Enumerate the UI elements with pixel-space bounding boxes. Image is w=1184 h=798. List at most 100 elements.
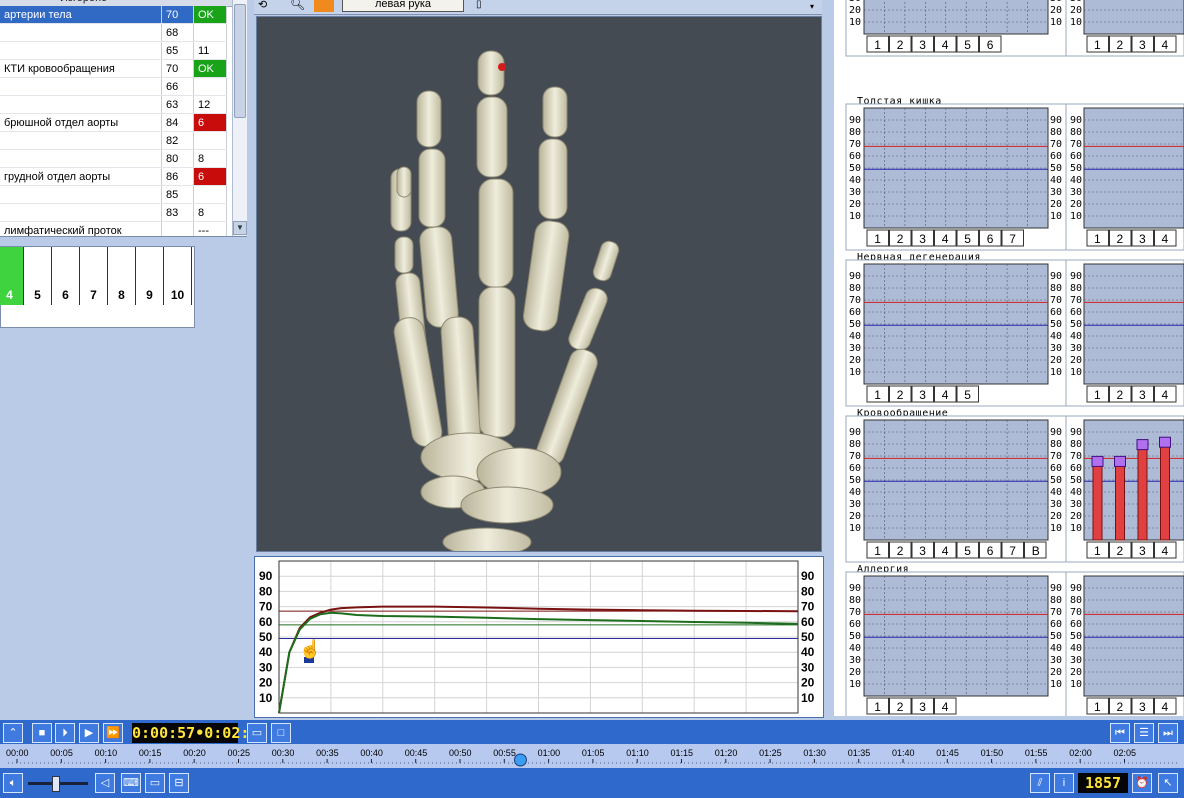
table-row[interactable]: 63 12 xyxy=(0,95,227,114)
scroll-down-icon[interactable]: ▼ xyxy=(233,221,247,235)
table-row[interactable]: брюшной отдел аорты 84 6 xyxy=(0,113,227,132)
row-status xyxy=(193,23,227,42)
volume-icon[interactable]: 🔈︎ xyxy=(3,773,23,793)
rotate-icon[interactable]: ⟲ xyxy=(258,0,267,11)
chart-tick-mid: 80 xyxy=(1050,439,1062,450)
playhead[interactable] xyxy=(513,753,527,767)
chart-category-label: 3 xyxy=(919,388,926,402)
go-end-button[interactable]: ⏭ xyxy=(1158,723,1178,743)
chart-tick: 60 xyxy=(849,619,861,630)
play-button[interactable]: ▶ xyxy=(79,723,99,743)
table-row[interactable]: 66 xyxy=(0,77,227,96)
chart-tick: 70 xyxy=(849,607,861,618)
row-status: 8 xyxy=(193,203,227,222)
table-row[interactable]: 85 xyxy=(0,185,227,204)
marker-dot[interactable] xyxy=(498,63,506,71)
chart-tick-2: 90 xyxy=(1070,271,1082,282)
chart-tick: 30 xyxy=(849,499,861,510)
table-row[interactable]: 80 8 xyxy=(0,149,227,168)
step-forward-button[interactable]: ⏵ xyxy=(55,723,75,743)
chart-tick-mid: 20 xyxy=(1050,667,1062,678)
session-number-7[interactable]: 7 xyxy=(80,247,108,305)
monitor-icon[interactable]: ▭ xyxy=(145,773,165,793)
table-row[interactable]: КТИ кровообращения 70 OK xyxy=(0,59,227,78)
table-row[interactable]: грудной отдел аорты 86 6 xyxy=(0,167,227,186)
graph-tick-left: 50 xyxy=(259,630,273,644)
view-title[interactable]: левая рука xyxy=(342,0,464,12)
timeline-track[interactable]: 00:00 00:05 00:10 00:15 00:20 00:25 00:30 00:35… xyxy=(0,744,1184,768)
info-icon[interactable]: i xyxy=(1054,773,1074,793)
window-icon[interactable]: ▭ xyxy=(247,723,267,743)
chart-tick-2: 20 xyxy=(1070,5,1082,16)
chart-tick: 20 xyxy=(849,5,861,16)
session-number-6[interactable]: 6 xyxy=(52,247,80,305)
chart-tick-mid: 10 xyxy=(1050,679,1062,690)
row-status: OK xyxy=(193,59,227,78)
chart-category-2-label: 2 xyxy=(1117,700,1124,714)
session-number-10[interactable]: 10 xyxy=(164,247,192,305)
chart-tick-2: 40 xyxy=(1070,175,1082,186)
zoom-icon[interactable]: 🔍︎ xyxy=(290,0,305,11)
chart-tick-2: 90 xyxy=(1070,427,1082,438)
chart-tick-mid: 30 xyxy=(1050,187,1062,198)
row-status xyxy=(193,131,227,150)
graph-tick-left: 70 xyxy=(259,600,273,614)
timeline-label: 00:35 xyxy=(316,748,339,758)
chart-tick-mid: 80 xyxy=(1050,595,1062,606)
scrollbar-thumb[interactable] xyxy=(234,4,246,118)
list-icon[interactable]: ☰ xyxy=(1134,723,1154,743)
chart-tick-2: 40 xyxy=(1070,487,1082,498)
chart-tick-2: 20 xyxy=(1070,511,1082,522)
row-status xyxy=(193,77,227,96)
chart-tick-2: 90 xyxy=(1070,583,1082,594)
row-status: 6 xyxy=(193,113,227,132)
fast-forward-button[interactable]: ⏩ xyxy=(103,723,123,743)
chart-tick: 70 xyxy=(849,295,861,306)
pointer-icon[interactable]: ↖ xyxy=(1158,773,1178,793)
layout-icon[interactable]: ⊟ xyxy=(169,773,189,793)
table-row[interactable]: артерии тела 70 OK xyxy=(0,6,227,24)
table-row[interactable]: 68 xyxy=(0,23,227,42)
row-value: 85 xyxy=(161,185,194,204)
graph-tick-right: 90 xyxy=(801,569,815,583)
chart-category-2-label: 4 xyxy=(1162,544,1169,558)
frame-icon[interactable]: □ xyxy=(271,723,291,743)
row-name xyxy=(0,149,162,168)
chart-tick-mid: 20 xyxy=(1050,5,1062,16)
highlight-icon[interactable] xyxy=(314,0,334,12)
3d-viewport[interactable] xyxy=(256,16,822,557)
chart-tick-2: 80 xyxy=(1070,127,1082,138)
table-row[interactable]: 83 8 xyxy=(0,203,227,222)
volume-slider-thumb[interactable] xyxy=(52,776,60,792)
chart-tick-2: 10 xyxy=(1070,679,1082,690)
session-number-8[interactable]: 8 xyxy=(108,247,136,305)
session-number-4[interactable]: 4 xyxy=(0,247,24,305)
chart-tick: 40 xyxy=(849,331,861,342)
chart-tick: 50 xyxy=(849,631,861,642)
chart-category-2-label: 3 xyxy=(1139,700,1146,714)
table-row[interactable]: 65 11 xyxy=(0,41,227,60)
chart-category-2-label: 3 xyxy=(1139,544,1146,558)
chart-tick: 10 xyxy=(849,211,861,222)
table-row[interactable]: 82 xyxy=(0,131,227,150)
tools-icon[interactable]: ⫽ xyxy=(1030,773,1050,793)
session-number-9[interactable]: 9 xyxy=(136,247,164,305)
up-icon[interactable]: ⌃ xyxy=(3,723,23,743)
chart-category-2-label: 3 xyxy=(1139,232,1146,246)
speaker-icon[interactable]: ◁ xyxy=(95,773,115,793)
session-number-strip: 4 5 6 7 8 9 10 xyxy=(0,246,195,328)
dropdown-icon[interactable]: ▾ xyxy=(810,2,814,11)
keyboard-icon[interactable]: ⌨ xyxy=(121,773,141,793)
chart-category-2-label: 4 xyxy=(1162,232,1169,246)
notes-icon[interactable]: ▯ xyxy=(476,0,482,10)
chart-tick: 20 xyxy=(849,355,861,366)
session-number-5[interactable]: 5 xyxy=(24,247,52,305)
stop-button[interactable]: ■ xyxy=(32,723,52,743)
chart-tick: 30 xyxy=(849,343,861,354)
chart-tick: 40 xyxy=(849,487,861,498)
alarm-icon[interactable]: ⏰ xyxy=(1132,773,1152,793)
go-start-button[interactable]: ⏮ xyxy=(1110,723,1130,743)
table-row[interactable]: лимфатический проток --- xyxy=(0,221,227,236)
chart-tick-mid: 50 xyxy=(1050,319,1062,330)
timeline-label: 00:00 xyxy=(6,748,29,758)
